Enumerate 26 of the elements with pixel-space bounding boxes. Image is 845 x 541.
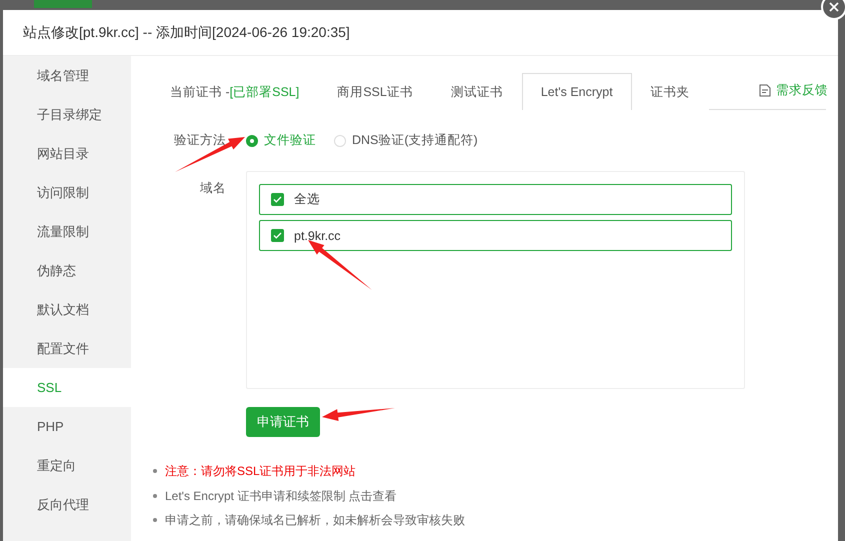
domain-checkbox[interactable]: 全选 xyxy=(259,184,732,215)
field-label: 验证方法 xyxy=(173,132,227,149)
bullet-icon xyxy=(153,494,157,498)
note-text: 注意：请勿将SSL证书用于非法网站 xyxy=(165,463,356,480)
sidebar-item[interactable]: 重定向 xyxy=(3,446,131,485)
field-label: 域名 xyxy=(199,180,227,197)
sidebar-item[interactable]: 伪静态 xyxy=(3,251,131,290)
sidebar-item[interactable]: 默认文档 xyxy=(3,290,131,329)
tab[interactable]: Let's Encrypt xyxy=(522,73,632,110)
domain-checkbox[interactable]: pt.9kr.cc xyxy=(259,220,732,251)
sidebar-item[interactable]: 流量限制 xyxy=(3,212,131,251)
close-icon[interactable] xyxy=(821,0,845,20)
sidebar-item[interactable]: 反向代理 xyxy=(3,485,131,524)
sidebar-item[interactable]: 配置文件 xyxy=(3,329,131,368)
sidebar-item[interactable]: 网站目录 xyxy=(3,134,131,173)
sidebar-item[interactable]: 域名管理 xyxy=(3,56,131,95)
bullet-icon xyxy=(153,518,157,522)
document-edit-icon xyxy=(759,84,771,97)
note-text: Let's Encrypt 证书申请和续签限制 点击查看 xyxy=(165,488,397,504)
note-text: 申请之前，请确保域名已解析，如未解析会导致审核失败 xyxy=(165,512,465,528)
sidebar-item[interactable]: 访问限制 xyxy=(3,173,131,212)
bullet-icon xyxy=(153,469,157,474)
sidebar-item[interactable]: 子目录绑定 xyxy=(3,95,131,134)
radio-option[interactable]: DNS验证(支持通配符) xyxy=(334,132,478,149)
sidebar-item[interactable]: PHP xyxy=(3,407,131,446)
tab[interactable]: 证书夹 xyxy=(632,73,709,110)
